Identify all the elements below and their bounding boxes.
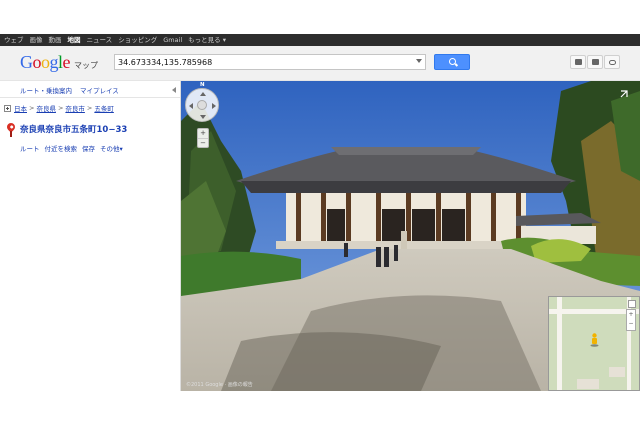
page: ウェブ 画像 動画 地図 ニュース ショッピング Gmail もっと見る ▾ G… [0,0,640,426]
breadcrumb-item[interactable]: 日本 [14,103,27,113]
google-maps-logo[interactable]: Google マップ [20,52,98,72]
expand-icon[interactable] [4,104,11,112]
print-icon [575,59,582,65]
nav-more[interactable]: もっと見る ▾ [188,34,226,46]
zoom-out-button[interactable]: − [198,138,208,148]
top-nav-links: ウェブ 画像 動画 地図 ニュース ショッピング Gmail もっと見る ▾ [4,34,226,46]
chevron-down-icon[interactable] [416,59,422,63]
tab-directions[interactable]: ルート・乗換案内 [20,85,72,95]
print-button[interactable] [570,55,586,69]
nav-shopping[interactable]: ショッピング [118,34,157,46]
pan-up-icon[interactable] [200,92,206,96]
action-save[interactable]: 保存 [82,143,95,153]
close-mini-map-icon[interactable] [628,300,636,308]
pan-down-icon[interactable] [200,115,206,119]
nav-images[interactable]: 画像 [30,34,43,46]
search-icon [449,58,456,65]
action-directions[interactable]: ルート [20,143,40,153]
pan-right-icon[interactable] [212,103,216,109]
breadcrumb-item[interactable]: 奈良県 [36,103,56,113]
copyright-text: ©2011 Google · 画像の報告 [186,382,253,388]
mini-map-zoom-in[interactable]: + [627,310,635,319]
logo-text: Google [20,52,71,72]
breadcrumb-separator: > [86,104,93,112]
panel-tabs: ルート・乗換案内 マイプレイス [0,81,180,98]
zoom-control: + − [197,128,209,148]
search-input[interactable] [115,55,417,69]
send-button[interactable] [587,55,603,69]
mini-map-zoom: + − [626,309,636,331]
mini-map-zoom-out[interactable]: − [627,319,635,328]
tab-my-places[interactable]: マイプレイス [80,85,119,95]
action-search-nearby[interactable]: 付近を検索 [45,143,78,153]
breadcrumb-item[interactable]: 奈良市 [65,103,85,113]
location-pin-stem [10,131,12,137]
search-box [114,54,426,70]
nav-gmail[interactable]: Gmail [163,34,182,46]
pan-center-icon[interactable] [197,100,207,110]
link-icon [609,60,616,65]
mail-icon [592,59,599,65]
expand-view-icon[interactable] [620,90,628,98]
mini-map[interactable]: + − [548,296,640,391]
search-button[interactable] [434,54,470,70]
place-title[interactable]: 奈良県奈良市五条町10−33 [20,123,127,135]
google-top-bar: ウェブ 画像 動画 地図 ニュース ショッピング Gmail もっと見る ▾ [0,34,640,46]
left-panel: ルート・乗換案内 マイプレイス 日本 > 奈良県 > 奈良市 > 五条町 奈良県… [0,81,181,391]
zoom-in-button[interactable]: + [198,129,208,138]
pan-left-icon[interactable] [189,103,193,109]
nav-videos[interactable]: 動画 [49,34,62,46]
breadcrumb-separator: > [57,104,64,112]
maps-header: Google マップ [0,46,640,81]
nav-news[interactable]: ニュース [87,34,113,46]
nav-web[interactable]: ウェブ [4,34,24,46]
place-actions: ルート 付近を検索 保存 その他▾ [20,143,123,153]
pan-control[interactable] [185,88,219,122]
nav-maps[interactable]: 地図 [68,34,81,46]
pegman-icon[interactable] [590,333,599,347]
breadcrumb: 日本 > 奈良県 > 奈良市 > 五条町 [4,103,114,113]
breadcrumb-item[interactable]: 五条町 [94,103,114,113]
breadcrumb-separator: > [29,104,35,112]
collapse-panel-icon[interactable] [172,87,176,93]
link-button[interactable] [604,55,620,69]
logo-suffix: マップ [74,61,99,70]
action-more[interactable]: その他▾ [100,143,123,153]
